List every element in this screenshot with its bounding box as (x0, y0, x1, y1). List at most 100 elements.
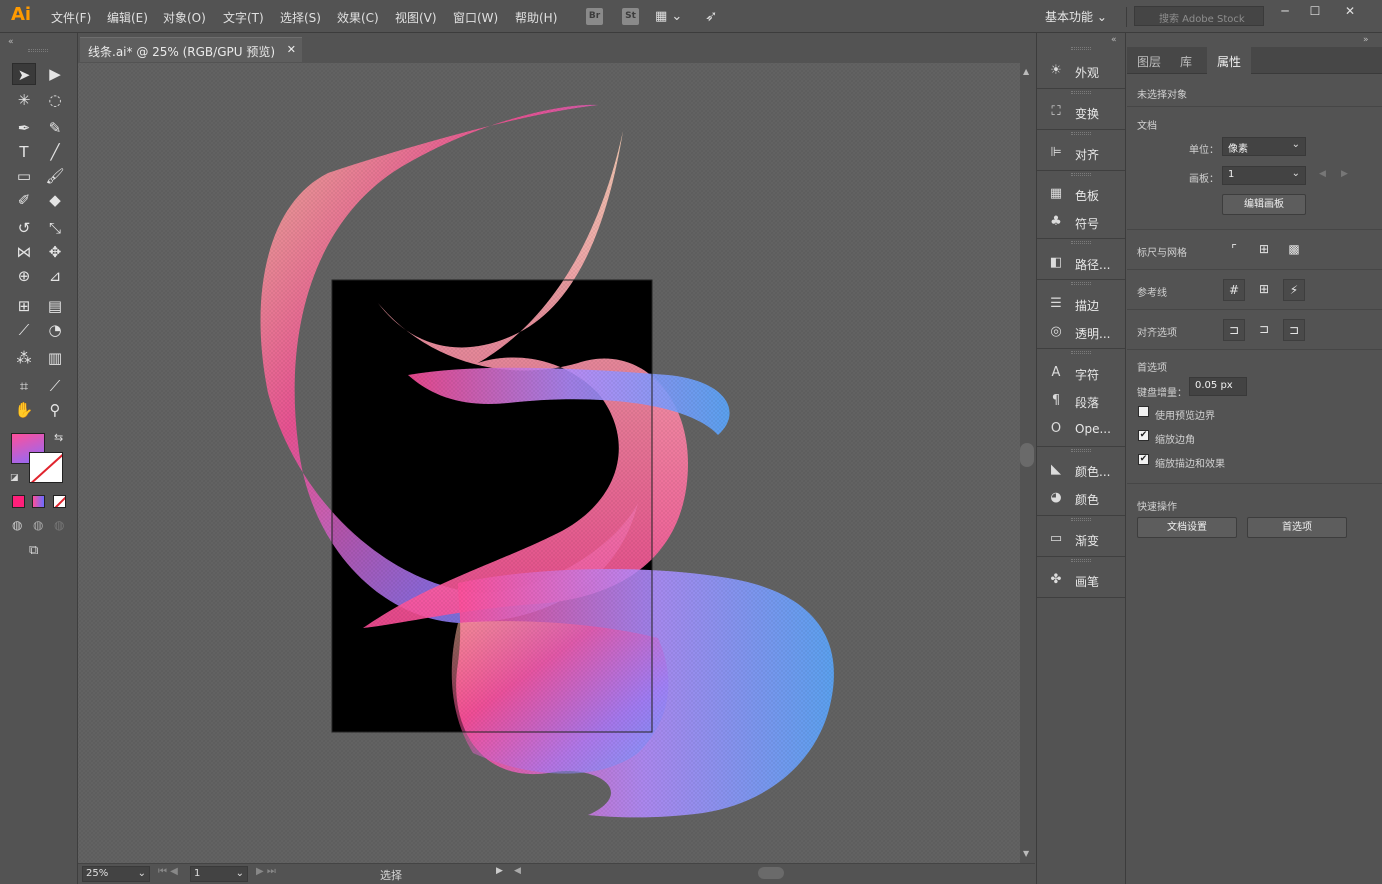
ruler-icon[interactable]: ⌜ (1223, 239, 1245, 261)
dock-grip[interactable] (1071, 518, 1091, 521)
dock-symbols[interactable]: ♣ 符号 (1037, 208, 1125, 236)
dock-opentype[interactable]: O Ope... (1037, 415, 1125, 443)
blend-tool-icon[interactable]: ◔ (43, 319, 67, 341)
menu-view[interactable]: 视图(V) (395, 9, 437, 26)
dock-grip[interactable] (1071, 47, 1091, 50)
dock-grip[interactable] (1071, 173, 1091, 176)
column-graph-tool-icon[interactable]: ▥ (43, 347, 67, 369)
stock-icon[interactable]: St (622, 8, 639, 25)
use-preview-bounds-checkbox[interactable] (1138, 406, 1149, 417)
slice-tool-icon[interactable]: ⟋ (43, 375, 67, 397)
lasso-tool-icon[interactable]: ◌ (43, 89, 67, 111)
dock-stroke[interactable]: ☰ 描边 (1037, 290, 1125, 318)
scale-tool-icon[interactable]: ⤡ (43, 217, 67, 239)
horizontal-scroll-thumb[interactable] (758, 867, 784, 879)
grid-icon[interactable]: ⊞ (1253, 239, 1275, 261)
scroll-down-icon[interactable]: ▼ (1023, 849, 1029, 858)
dock-character[interactable]: A 字符 (1037, 359, 1125, 387)
type-tool-icon[interactable]: T (12, 141, 36, 163)
workspace-switcher[interactable]: 基本功能 ⌄ (1045, 8, 1107, 25)
eyedropper-tool-icon[interactable]: ⟋ (12, 319, 36, 341)
close-window-button[interactable]: ✕ (1335, 2, 1365, 20)
scale-strokes-effects-checkbox[interactable]: ✔ (1138, 454, 1149, 465)
snap-to-point-icon[interactable]: ⊐ (1223, 319, 1245, 341)
menu-window[interactable]: 窗口(W) (453, 9, 498, 26)
perspective-grid-tool-icon[interactable]: ⊿ (43, 265, 67, 287)
symbol-sprayer-tool-icon[interactable]: ⁂ (12, 347, 36, 369)
curvature-tool-icon[interactable]: ✎ (43, 117, 67, 139)
screen-mode-icon[interactable]: ⧉ (29, 543, 38, 558)
zoom-field[interactable]: 25% ⌄ (82, 866, 150, 882)
menu-file[interactable]: 文件(F) (51, 9, 91, 26)
artboard-number-field[interactable]: 1 ⌄ (190, 866, 248, 882)
prev-artboard-icon[interactable]: ◀ (1319, 169, 1326, 179)
dock-grip[interactable] (1071, 282, 1091, 285)
close-tab-icon[interactable]: ✕ (287, 43, 296, 56)
shape-builder-tool-icon[interactable]: ⊕ (12, 265, 36, 287)
gradient-mode-button[interactable] (32, 495, 45, 508)
dock-grip[interactable] (1071, 449, 1091, 452)
snap-to-glyph-icon[interactable]: ⊐ (1283, 319, 1305, 341)
keyboard-increment-input[interactable]: 0.05 px (1189, 377, 1247, 396)
scale-corners-checkbox[interactable]: ✔ (1138, 430, 1149, 441)
draw-normal-icon[interactable]: ◍ (12, 518, 22, 532)
direct-selection-tool-icon[interactable]: ▶ (43, 63, 67, 85)
paintbrush-tool-icon[interactable]: 🖌 (43, 165, 67, 187)
edit-artboards-button[interactable]: 编辑画板 (1222, 194, 1306, 215)
vertical-scrollbar[interactable]: ▲ ▼ (1020, 63, 1035, 863)
document-tab[interactable]: 线条.ai* @ 25% (RGB/GPU 预览) ✕ (80, 37, 302, 62)
draw-inside-icon[interactable]: ◍ (54, 518, 64, 532)
zoom-tool-icon[interactable]: ⚲ (43, 399, 67, 421)
collapse-dock-icon[interactable]: « (1111, 35, 1117, 45)
preferences-button[interactable]: 首选项 (1247, 517, 1347, 538)
gradient-tool-icon[interactable]: ▤ (43, 295, 67, 317)
arrange-documents-icon[interactable]: ▦ ⌄ (655, 9, 682, 24)
stock-search-input[interactable]: 搜索 Adobe Stock (1134, 6, 1264, 26)
menu-select[interactable]: 选择(S) (280, 9, 321, 26)
pen-tool-icon[interactable]: ✒ (12, 117, 36, 139)
document-setup-button[interactable]: 文档设置 (1137, 517, 1237, 538)
menu-edit[interactable]: 编辑(E) (107, 9, 148, 26)
scroll-up-icon[interactable]: ▲ (1023, 67, 1029, 76)
last-artboard-icon[interactable]: ▶ ⏭ (256, 866, 276, 877)
width-tool-icon[interactable]: ⋈ (12, 241, 36, 263)
dock-grip[interactable] (1071, 241, 1091, 244)
menu-object[interactable]: 对象(O) (163, 9, 206, 26)
hand-tool-icon[interactable]: ✋ (12, 399, 36, 421)
units-select[interactable]: 像素 ⌄ (1222, 137, 1306, 156)
menu-help[interactable]: 帮助(H) (515, 9, 557, 26)
magic-wand-tool-icon[interactable]: ✳ (12, 89, 36, 111)
dock-grip[interactable] (1071, 559, 1091, 562)
none-mode-button[interactable] (53, 495, 66, 508)
dock-brushes[interactable]: ✤ 画笔 (1037, 566, 1125, 594)
vertical-scroll-thumb[interactable] (1020, 443, 1034, 467)
dock-paragraph[interactable]: ¶ 段落 (1037, 387, 1125, 415)
smart-guides-icon[interactable]: ⚡ (1283, 279, 1305, 301)
dock-color[interactable]: ◕ 颜色 (1037, 484, 1125, 512)
dock-pathfinder[interactable]: ◧ 路径... (1037, 249, 1125, 277)
eraser-tool-icon[interactable]: ◆ (43, 189, 67, 211)
puppet-warp-tool-icon[interactable]: ✥ (43, 241, 67, 263)
dock-grip[interactable] (1071, 351, 1091, 354)
dock-transparency[interactable]: ◎ 透明... (1037, 318, 1125, 346)
tab-layers[interactable]: 图层 (1127, 47, 1171, 74)
snap-to-pixel-icon[interactable]: ⊐ (1253, 319, 1275, 341)
gpu-performance-icon[interactable]: ➶ (705, 7, 718, 25)
lock-guides-icon[interactable]: ⊞ (1253, 279, 1275, 301)
next-artboard-icon[interactable]: ▶ (1341, 169, 1348, 179)
color-mode-button[interactable] (12, 495, 25, 508)
menu-effect[interactable]: 效果(C) (337, 9, 379, 26)
selection-tool-icon[interactable]: ➤ (12, 63, 36, 85)
artboard-select[interactable]: 1 ⌄ (1222, 166, 1306, 185)
draw-behind-icon[interactable]: ◍ (33, 518, 43, 532)
mesh-tool-icon[interactable]: ⊞ (12, 295, 36, 317)
shaper-tool-icon[interactable]: ✐ (12, 189, 36, 211)
bridge-icon[interactable]: Br (586, 8, 603, 25)
artboard-tool-icon[interactable]: ⌗ (12, 375, 36, 397)
dock-swatches[interactable]: ▦ 色板 (1037, 180, 1125, 208)
dock-grip[interactable] (1071, 91, 1091, 94)
collapse-panel-icon[interactable]: « (8, 37, 14, 47)
tab-libraries[interactable]: 库 (1170, 47, 1202, 74)
menu-type[interactable]: 文字(T) (223, 9, 264, 26)
show-guides-icon[interactable]: # (1223, 279, 1245, 301)
